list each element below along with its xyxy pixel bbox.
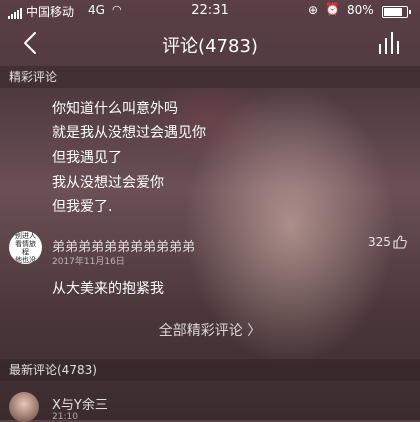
like-count: 325 [368,235,391,249]
page-title: 评论(4783) [162,36,258,57]
section-header-latest: 最新评论(4783) [0,359,420,381]
comment-date: 2017年11月16日 [52,257,125,267]
comment-author[interactable]: 弟弟弟弟弟弟弟弟弟弟弟 [52,236,195,255]
featured-line: 就是我从没想过会遇见你 [52,125,206,141]
rotation-lock-icon: ⊕ [308,3,319,17]
featured-line: 你知道什么叫意外吗 [52,101,178,117]
all-hot-comments-link[interactable]: 全部精彩评论 〉 [0,320,420,340]
featured-line: 但我遇见了 [52,150,122,166]
avatar[interactable] [9,392,39,422]
section-header-hot: 精彩评论 [0,66,420,88]
battery-icon [382,6,411,18]
stats-icon[interactable] [378,32,402,54]
thumbs-up-icon [393,235,407,249]
comment-time: 21:10 [52,412,78,422]
battery-percent: 80% [347,3,374,17]
avatar-text: 别进人 看情旅程 他也没 [15,231,36,264]
avatar[interactable]: 别进人 看情旅程 他也没 [9,231,42,264]
comment-text: 从大美来的抱紧我 [52,281,164,297]
comment-author[interactable]: X与Y余三 [52,394,108,413]
like-button[interactable]: 325 [368,235,407,249]
nav-bar: 评论(4783) [0,22,420,66]
status-bar: 中国移动 4G ◠ 22:31 ⊕ ⏰ 80% [0,0,420,22]
featured-line: 我从没想过会爱你 [52,175,164,191]
featured-line: 但我爱了. [52,199,113,215]
alarm-icon: ⏰ [325,2,340,16]
